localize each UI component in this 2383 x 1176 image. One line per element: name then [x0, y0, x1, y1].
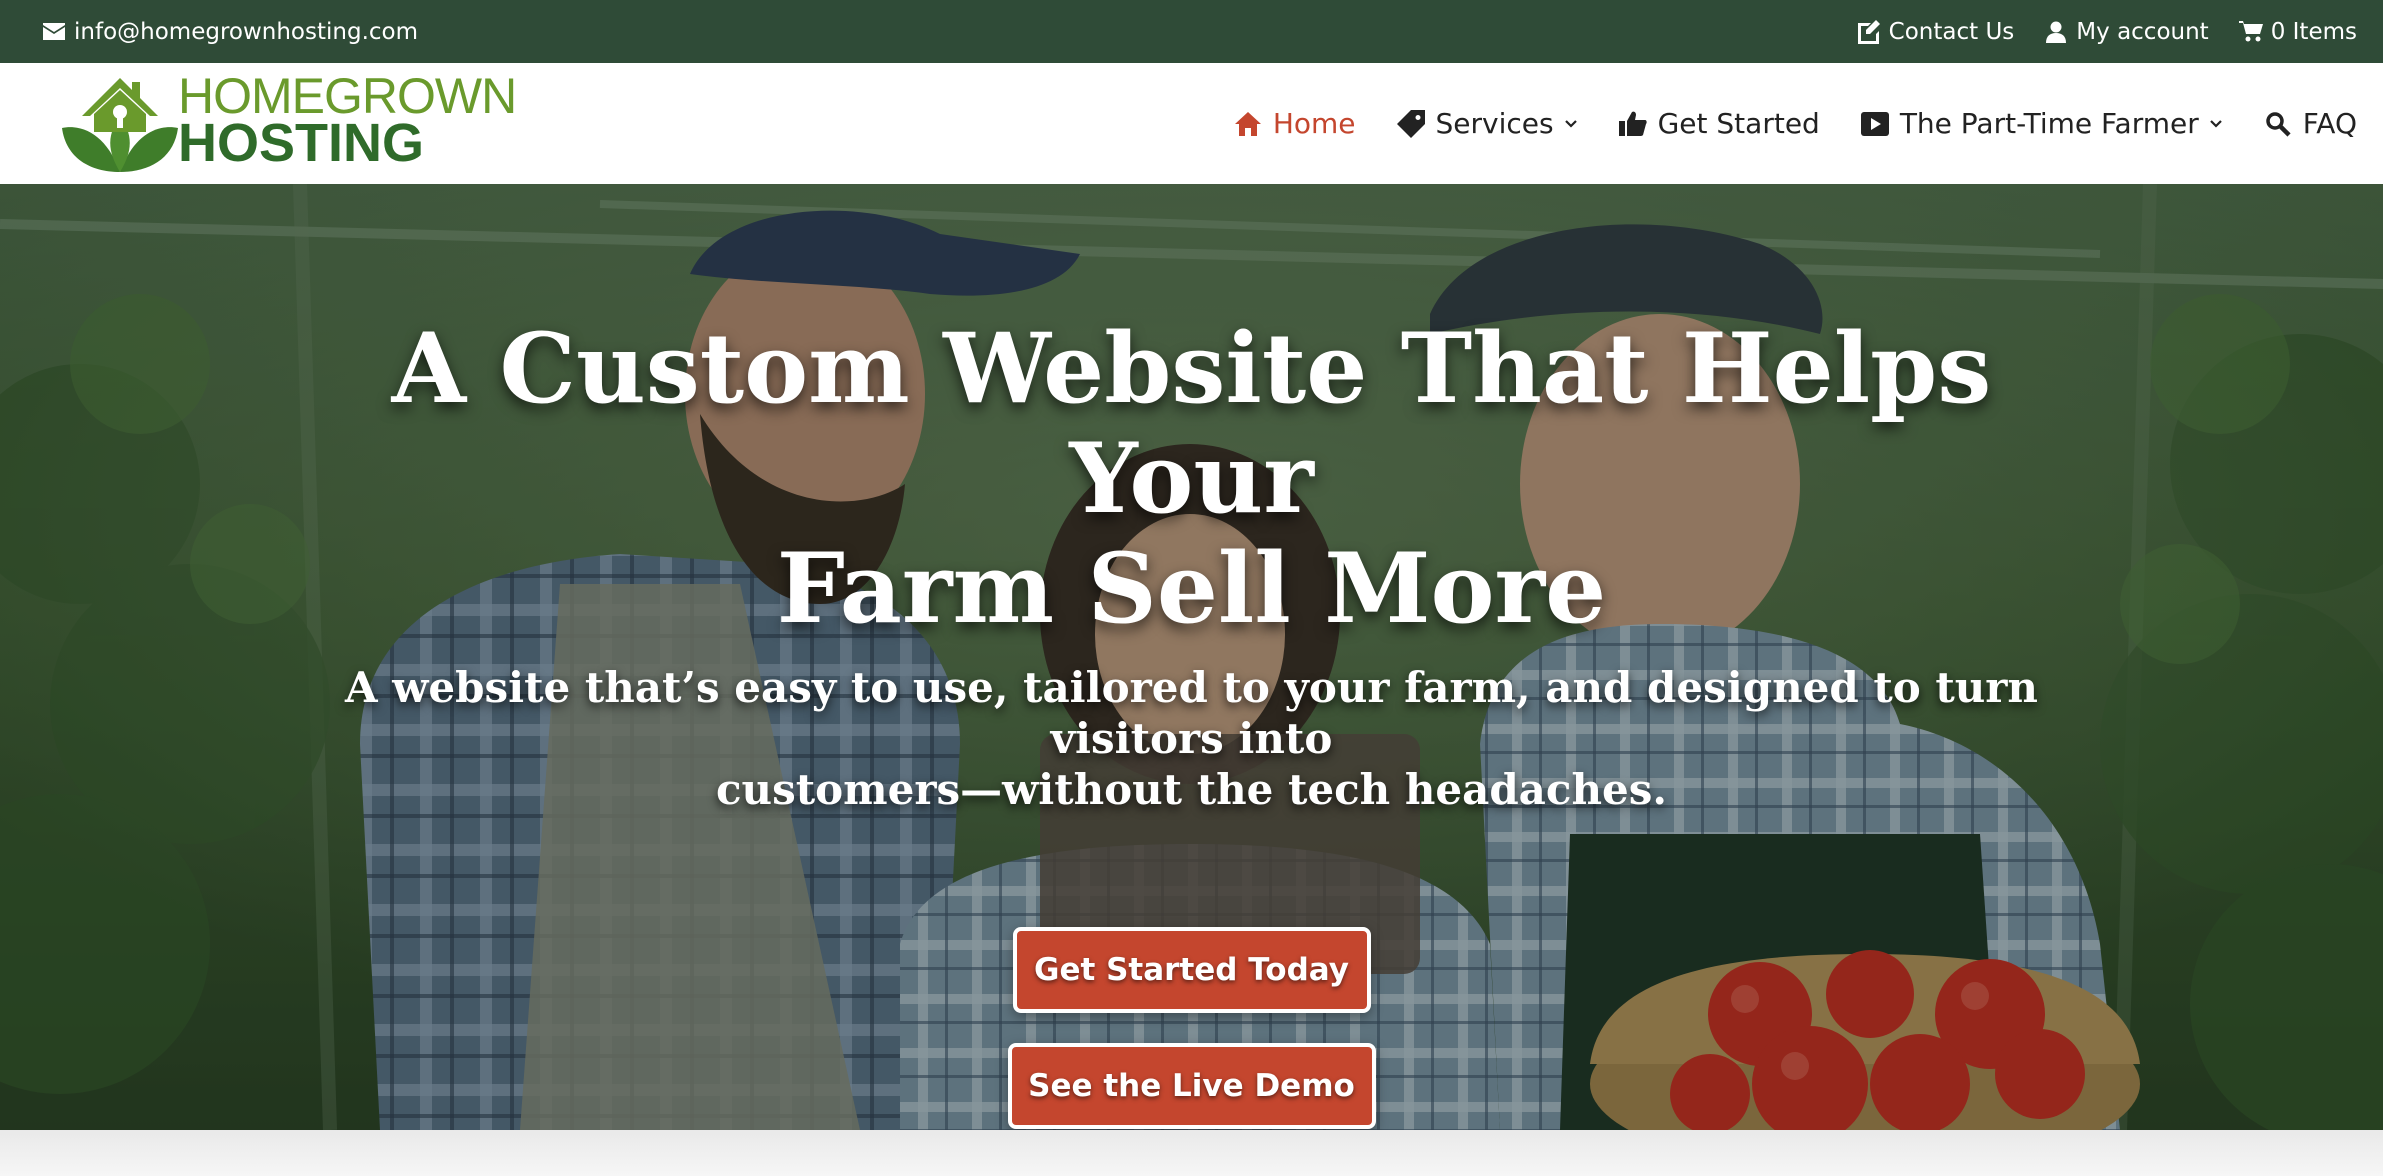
- user-icon: [2044, 20, 2068, 44]
- contact-us-label: Contact Us: [1888, 18, 2015, 45]
- nav-item-faq[interactable]: FAQ: [2263, 107, 2357, 140]
- hero-title-line2: Farm Sell More: [776, 532, 1607, 645]
- cart-label: 0 Items: [2270, 18, 2357, 45]
- hero-content: A Custom Website That Helps Your Farm Se…: [0, 184, 2383, 1130]
- hero-subtitle: A website that’s easy to use, tailored t…: [282, 662, 2102, 815]
- cart-link[interactable]: 0 Items: [2238, 18, 2357, 45]
- my-account-label: My account: [2076, 18, 2209, 45]
- my-account-link[interactable]: My account: [2044, 18, 2209, 45]
- tag-icon: [1396, 109, 1426, 139]
- get-started-today-button[interactable]: Get Started Today: [1012, 927, 1371, 1013]
- hero-subtitle-line1: A website that’s easy to use, tailored t…: [345, 663, 2038, 763]
- nav-label-get-started: Get Started: [1657, 107, 1820, 140]
- hero-section: A Custom Website That Helps Your Farm Se…: [0, 184, 2383, 1130]
- search-icon: [2263, 109, 2293, 139]
- video-play-icon: [1860, 109, 1890, 139]
- contact-us-link[interactable]: Contact Us: [1857, 18, 2015, 45]
- nav-label-faq: FAQ: [2302, 107, 2357, 140]
- top-bar: info@homegrownhosting.com Contact Us My …: [0, 0, 2383, 63]
- logo-text-line1: HOMEGROWN: [178, 67, 517, 124]
- hero-subtitle-line2: customers—without the tech headaches.: [715, 765, 1667, 814]
- nav-item-get-started[interactable]: Get Started: [1618, 107, 1820, 140]
- envelope-icon: [42, 20, 66, 44]
- cart-icon: [2238, 20, 2263, 44]
- thumbs-up-icon: [1618, 109, 1648, 139]
- top-bar-left: info@homegrownhosting.com: [42, 19, 418, 45]
- top-bar-right: Contact Us My account 0 Items: [1827, 19, 2357, 45]
- leaf-house-logo-icon: [62, 77, 178, 172]
- site-logo[interactable]: HOMEGROWN HOSTING: [60, 67, 517, 176]
- nav-label-services: Services: [1435, 107, 1554, 140]
- nav-label-part-time-farmer: The Part-Time Farmer: [1899, 107, 2199, 140]
- nav-label-home: Home: [1272, 107, 1356, 140]
- site-header: HOMEGROWN HOSTING Home Services Get Star…: [0, 63, 2383, 184]
- nav-item-home[interactable]: Home: [1233, 107, 1356, 140]
- chevron-down-icon: [2209, 119, 2223, 129]
- email-link[interactable]: info@homegrownhosting.com: [42, 19, 418, 45]
- nav-item-services[interactable]: Services: [1396, 107, 1578, 140]
- hero-title-line1: A Custom Website That Helps Your: [391, 312, 1992, 535]
- see-live-demo-button[interactable]: See the Live Demo: [1007, 1043, 1376, 1129]
- edit-note-icon: [1857, 19, 1881, 44]
- nav-item-part-time-farmer[interactable]: The Part-Time Farmer: [1860, 107, 2223, 140]
- hero-title: A Custom Website That Helps Your Farm Se…: [292, 314, 2092, 644]
- home-icon: [1233, 109, 1263, 139]
- logo-wordmark: HOMEGROWN HOSTING: [178, 67, 517, 173]
- email-text: info@homegrownhosting.com: [74, 18, 419, 45]
- main-nav: Home Services Get Started The Part-Time …: [1193, 63, 2357, 184]
- chevron-down-icon: [1564, 119, 1578, 129]
- next-section-edge: [0, 1130, 2383, 1176]
- logo-text-line2: HOSTING: [178, 112, 425, 173]
